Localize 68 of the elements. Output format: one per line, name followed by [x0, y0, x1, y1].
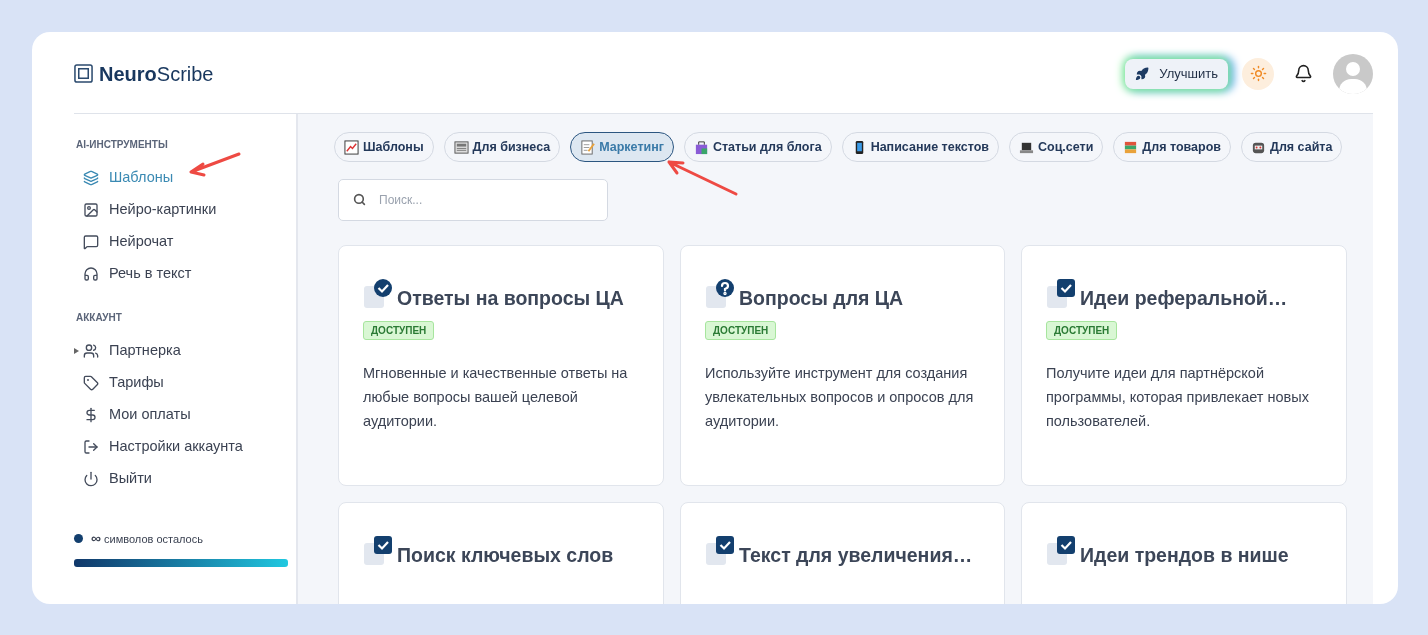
template-card[interactable]: Ответы на вопросы ЦА ДОСТУПЕН Мгновенные и качественные ответы на любые вопросы вашей целевой аудитории.: [338, 245, 664, 486]
sidebar-item[interactable]: Мои оплаты: [109, 404, 191, 426]
search-field[interactable]: Поиск...: [338, 179, 608, 221]
shopping-bag-icon: [693, 139, 709, 155]
category-chip[interactable]: Для сайта: [1241, 132, 1343, 162]
layers-icon: [83, 170, 99, 186]
sidebar-item[interactable]: Выйти: [109, 468, 152, 490]
category-chip[interactable]: Маркетинг: [570, 132, 674, 162]
logo-icon: [74, 64, 93, 83]
tag-icon: [83, 375, 99, 391]
template-card[interactable]: Вопросы для ЦА ДОСТУПЕН Используйте инструмент для создания увлекательных вопросов и опросов для аудитории.: [680, 245, 1005, 486]
check-badge-icon: [363, 535, 395, 567]
status-label: ДОСТУПЕН: [363, 321, 435, 340]
check-badge-icon: [1046, 535, 1078, 567]
template-card[interactable]: Идеи трендов в нише: [1021, 502, 1347, 604]
question-badge-icon: [705, 278, 737, 310]
status-label: ДОСТУПЕН: [705, 321, 777, 340]
expand-caret-icon[interactable]: [74, 348, 79, 354]
section-heading: АККАУНТ: [75, 311, 123, 325]
sidebar-item[interactable]: Нейрочат: [109, 231, 174, 253]
card-title: Вопросы для ЦА: [739, 286, 904, 310]
template-card[interactable]: Поиск ключевых слов: [338, 502, 664, 604]
headphones-icon: [83, 266, 99, 282]
notification-bell-icon[interactable]: [1294, 64, 1313, 83]
check-badge-icon: [1046, 278, 1078, 310]
card-title: Идеи реферальной…: [1080, 286, 1288, 310]
chat-bubble-icon: [83, 234, 99, 250]
status-label: ДОСТУПЕН: [1046, 321, 1118, 340]
check-badge-icon: [705, 535, 737, 567]
category-chip[interactable]: Для товаров: [1113, 132, 1231, 162]
chart-icon: [344, 139, 359, 155]
card-title: Ответы на вопросы ЦА: [397, 286, 624, 310]
brand-name: NeuroScribe: [99, 61, 214, 87]
upgrade-button[interactable]: Улучшить: [1125, 58, 1228, 89]
dollar-icon: [83, 407, 99, 423]
sun-icon: [1249, 65, 1267, 82]
sidebar-item[interactable]: Настройки аккаунта: [109, 436, 243, 458]
search-icon: [353, 193, 366, 206]
sidebar-item[interactable]: Речь в текст: [109, 263, 192, 285]
image-icon: [83, 202, 99, 218]
category-chip[interactable]: Для бизнеса: [443, 132, 561, 162]
sidebar-item[interactable]: Нейро-картинки: [109, 199, 217, 221]
newspaper-icon: [453, 139, 469, 155]
category-chip[interactable]: Соц.сети: [1008, 132, 1104, 162]
theme-toggle[interactable]: [1242, 57, 1274, 90]
symbols-remaining: ∞ символов осталось: [91, 529, 203, 548]
users-icon: [83, 343, 99, 359]
logout-icon: [83, 439, 99, 455]
sidebar-item[interactable]: Тарифы: [109, 372, 164, 394]
check-badge-icon: [363, 278, 395, 310]
template-card[interactable]: Текст для увеличения…: [680, 502, 1005, 604]
card-description: Используйте инструмент для создания увлекательных вопросов и опросов для аудитории.: [705, 364, 975, 431]
category-chip[interactable]: Написание текстов: [841, 132, 999, 162]
sidebar-item[interactable]: Шаблоны: [109, 167, 174, 189]
category-chip[interactable]: Шаблоны: [334, 132, 434, 162]
sidebar-item[interactable]: Партнерка: [109, 340, 181, 362]
books-icon: [1123, 139, 1139, 155]
power-icon: [83, 471, 99, 487]
category-chip[interactable]: Статьи для блога: [683, 132, 832, 162]
card-description: Получите идеи для партнёрской программы, которая привлекает новых пользователей.: [1046, 364, 1310, 431]
card-description: Мгновенные и качественные ответы на любые вопросы вашей целевой аудитории.: [363, 364, 629, 431]
card-title: Идеи трендов в нише: [1080, 543, 1289, 567]
section-heading: AI-ИНСТРУМЕНТЫ: [75, 138, 169, 152]
card-title: Поиск ключевых слов: [397, 543, 614, 567]
rocket-icon: [1135, 66, 1150, 81]
memo-icon: [580, 139, 596, 155]
template-card[interactable]: Идеи реферальной… ДОСТУПЕН Получите идеи для партнёрской программы, которая привлекает новых пользователей.: [1021, 245, 1347, 486]
card-title: Текст для увеличения…: [739, 543, 973, 567]
